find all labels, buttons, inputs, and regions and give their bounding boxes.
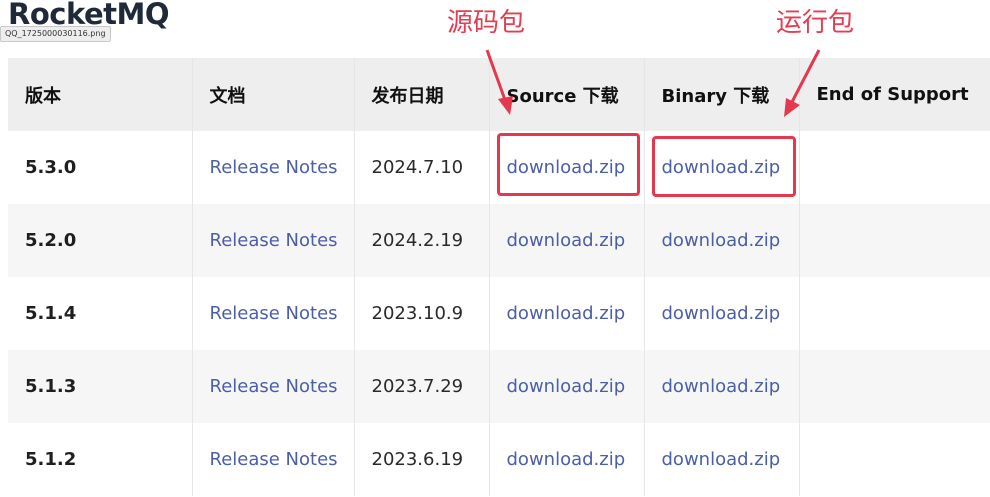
table-row: 5.1.4 Release Notes 2023.10.9 download.z… xyxy=(8,277,990,350)
version-cell: 5.1.2 xyxy=(8,423,193,496)
release-date-cell: 2024.2.19 xyxy=(354,204,490,277)
end-of-support-cell xyxy=(799,350,990,423)
docs-cell: Release Notes xyxy=(192,423,355,496)
source-download-cell: download.zip xyxy=(489,277,645,350)
release-date-cell: 2023.10.9 xyxy=(354,277,490,350)
binary-download-link[interactable]: download.zip xyxy=(662,230,781,251)
release-date-cell: 2024.7.10 xyxy=(354,131,490,204)
version-cell: 5.3.0 xyxy=(8,131,193,204)
release-notes-link[interactable]: Release Notes xyxy=(210,157,338,178)
binary-download-link[interactable]: download.zip xyxy=(662,376,781,397)
header-docs: 文档 xyxy=(192,58,355,131)
header-end-of-support: End of Support xyxy=(799,58,990,131)
release-notes-link[interactable]: Release Notes xyxy=(210,376,338,397)
end-of-support-cell xyxy=(799,131,990,204)
binary-download-cell: download.zip xyxy=(644,277,800,350)
annotation-source-label: 源码包 xyxy=(447,8,526,38)
table-row: 5.2.0 Release Notes 2024.2.19 download.z… xyxy=(8,204,990,277)
source-download-link[interactable]: download.zip xyxy=(507,449,626,470)
table-row: 5.1.3 Release Notes 2023.7.29 download.z… xyxy=(8,350,990,423)
source-download-link[interactable]: download.zip xyxy=(507,303,626,324)
table-row: 5.3.0 Release Notes 2024.7.10 download.z… xyxy=(8,131,990,204)
docs-cell: Release Notes xyxy=(192,131,355,204)
release-notes-link[interactable]: Release Notes xyxy=(210,230,338,251)
binary-download-link[interactable]: download.zip xyxy=(662,303,781,324)
binary-download-cell: download.zip xyxy=(644,423,800,496)
release-table: 版本 文档 发布日期 Source 下载 Binary 下载 End of Su… xyxy=(8,58,990,496)
docs-cell: Release Notes xyxy=(192,204,355,277)
binary-download-cell: download.zip xyxy=(644,204,800,277)
source-download-link[interactable]: download.zip xyxy=(507,230,626,251)
release-notes-link[interactable]: Release Notes xyxy=(210,303,338,324)
binary-download-cell: download.zip xyxy=(644,350,800,423)
source-download-cell: download.zip xyxy=(489,204,645,277)
source-download-cell: download.zip xyxy=(489,350,645,423)
source-download-cell: download.zip xyxy=(489,131,645,204)
release-notes-link[interactable]: Release Notes xyxy=(210,449,338,470)
source-download-link[interactable]: download.zip xyxy=(507,376,626,397)
header-version: 版本 xyxy=(8,58,193,131)
version-cell: 5.1.3 xyxy=(8,350,193,423)
source-download-cell: download.zip xyxy=(489,423,645,496)
header-source-download: Source 下载 xyxy=(489,58,645,131)
end-of-support-cell xyxy=(799,204,990,277)
table-row: 5.1.2 Release Notes 2023.6.19 download.z… xyxy=(8,423,990,496)
release-date-cell: 2023.6.19 xyxy=(354,423,490,496)
screenshot-filename-tag: QQ_1725000030116.png xyxy=(0,26,111,42)
docs-cell: Release Notes xyxy=(192,277,355,350)
release-date-cell: 2023.7.29 xyxy=(354,350,490,423)
docs-cell: Release Notes xyxy=(192,350,355,423)
version-cell: 5.1.4 xyxy=(8,277,193,350)
version-cell: 5.2.0 xyxy=(8,204,193,277)
table-header-row: 版本 文档 发布日期 Source 下载 Binary 下载 End of Su… xyxy=(8,58,990,131)
end-of-support-cell xyxy=(799,277,990,350)
header-binary-download: Binary 下载 xyxy=(644,58,800,131)
binary-download-link[interactable]: download.zip xyxy=(662,157,781,178)
binary-download-link[interactable]: download.zip xyxy=(662,449,781,470)
binary-download-cell: download.zip xyxy=(644,131,800,204)
annotation-binary-label: 运行包 xyxy=(776,8,855,38)
end-of-support-cell xyxy=(799,423,990,496)
header-release-date: 发布日期 xyxy=(354,58,490,131)
source-download-link[interactable]: download.zip xyxy=(507,157,626,178)
